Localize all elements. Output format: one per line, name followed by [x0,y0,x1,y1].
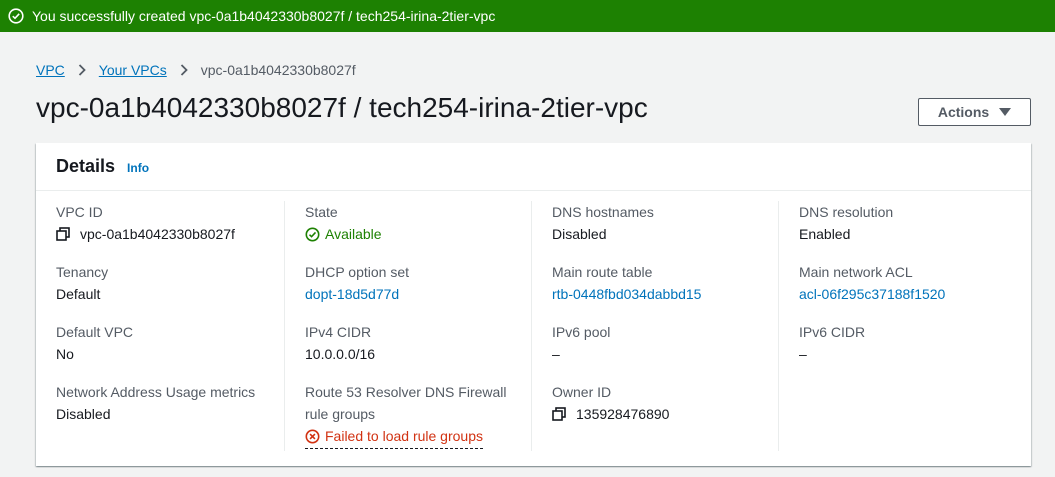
field-resolver-firewall: Route 53 Resolver DNS Firewall rule grou… [305,381,531,449]
field-label: rule groups [305,406,376,422]
details-column-1: VPC ID vpc-0a1b4042330b8027f Tenancy Def… [36,201,284,451]
field-label: Default VPC [56,324,134,340]
field-value: Enabled [799,226,851,242]
field-nau-metrics: Network Address Usage metrics Disabled [56,381,284,441]
field-label: Route 53 Resolver DNS Firewall [305,384,507,400]
dhcp-option-set-link[interactable]: dopt-18d5d77d [305,283,399,305]
field-value: Default [56,286,101,302]
error-status[interactable]: Failed to load rule groups [305,425,483,449]
field-main-route-table: Main route table rtb-0448fbd034dabbd15 [552,261,778,321]
copy-icon[interactable] [552,407,566,421]
field-owner-id: Owner ID 135928476890 [552,381,778,441]
details-panel: Details Info VPC ID vpc-0a1b4042330b8027… [36,143,1031,466]
field-dhcp-option-set: DHCP option set dopt-18d5d77d [305,261,531,321]
field-label: VPC ID [56,204,103,220]
field-label: State [305,204,338,220]
field-value: No [56,346,74,362]
field-value: 10.0.0.0/16 [305,346,376,362]
page-title: vpc-0a1b4042330b8027f / tech254-irina-2t… [36,92,648,123]
field-value: Disabled [552,226,607,242]
field-label: DNS resolution [799,204,894,220]
field-label: DHCP option set [305,264,410,280]
details-grid: VPC ID vpc-0a1b4042330b8027f Tenancy Def… [36,201,1031,451]
main-network-acl-link[interactable]: acl-06f295c37188f1520 [799,283,945,305]
copy-icon[interactable] [56,227,70,241]
field-label: Main route table [552,264,653,280]
field-main-network-acl: Main network ACL acl-06f295c37188f1520 [799,261,1025,321]
breadcrumb-current: vpc-0a1b4042330b8027f [200,62,356,78]
details-title: Details [56,156,116,176]
actions-button[interactable]: Actions [918,98,1031,126]
field-label: IPv6 CIDR [799,324,866,340]
success-flashbar: You successfully created vpc-0a1b4042330… [0,0,1055,32]
chevron-right-icon [78,64,86,76]
error-message: Failed to load rule groups [325,428,483,444]
flash-message: You successfully created vpc-0a1b4042330… [32,8,496,24]
status-available: Available [325,226,382,242]
details-column-4: DNS resolution Enabled Main network ACL … [778,201,1025,451]
field-vpc-id: VPC ID vpc-0a1b4042330b8027f [56,201,284,261]
field-ipv6-pool: IPv6 pool – [552,321,778,381]
details-column-3: DNS hostnames Disabled Main route table … [531,201,778,451]
details-header: Details Info [36,143,1031,191]
field-label: IPv6 pool [552,324,611,340]
breadcrumb-your-vpcs[interactable]: Your VPCs [99,62,167,78]
actions-button-label: Actions [937,104,990,120]
field-value: – [799,346,807,362]
field-dns-hostnames: DNS hostnames Disabled [552,201,778,261]
field-label: Main network ACL [799,264,913,280]
field-ipv6-cidr: IPv6 CIDR – [799,321,1025,381]
field-ipv4-cidr: IPv4 CIDR 10.0.0.0/16 [305,321,531,381]
breadcrumb: VPC Your VPCs vpc-0a1b4042330b8027f [36,60,356,80]
field-value: Disabled [56,406,111,422]
field-label: Network Address Usage metrics [56,384,256,400]
check-circle-icon [8,8,24,24]
field-label: IPv4 CIDR [305,324,372,340]
breadcrumb-vpc[interactable]: VPC [36,62,65,78]
field-dns-resolution: DNS resolution Enabled [799,201,1025,261]
field-value: vpc-0a1b4042330b8027f [80,226,235,242]
field-state: State Available [305,201,531,261]
caret-down-icon [999,108,1012,116]
info-link[interactable]: Info [127,161,149,175]
chevron-right-icon [180,64,188,76]
field-value: – [552,346,560,362]
error-circle-icon [305,429,320,443]
check-circle-icon [305,227,320,241]
field-label: DNS hostnames [552,204,654,220]
main-route-table-link[interactable]: rtb-0448fbd034dabbd15 [552,283,701,305]
field-label: Tenancy [56,264,109,280]
field-value: 135928476890 [576,406,670,422]
field-default-vpc: Default VPC No [56,321,284,381]
field-tenancy: Tenancy Default [56,261,284,321]
details-column-2: State Available DHCP option set dopt-18d… [284,201,531,451]
field-label: Owner ID [552,384,612,400]
